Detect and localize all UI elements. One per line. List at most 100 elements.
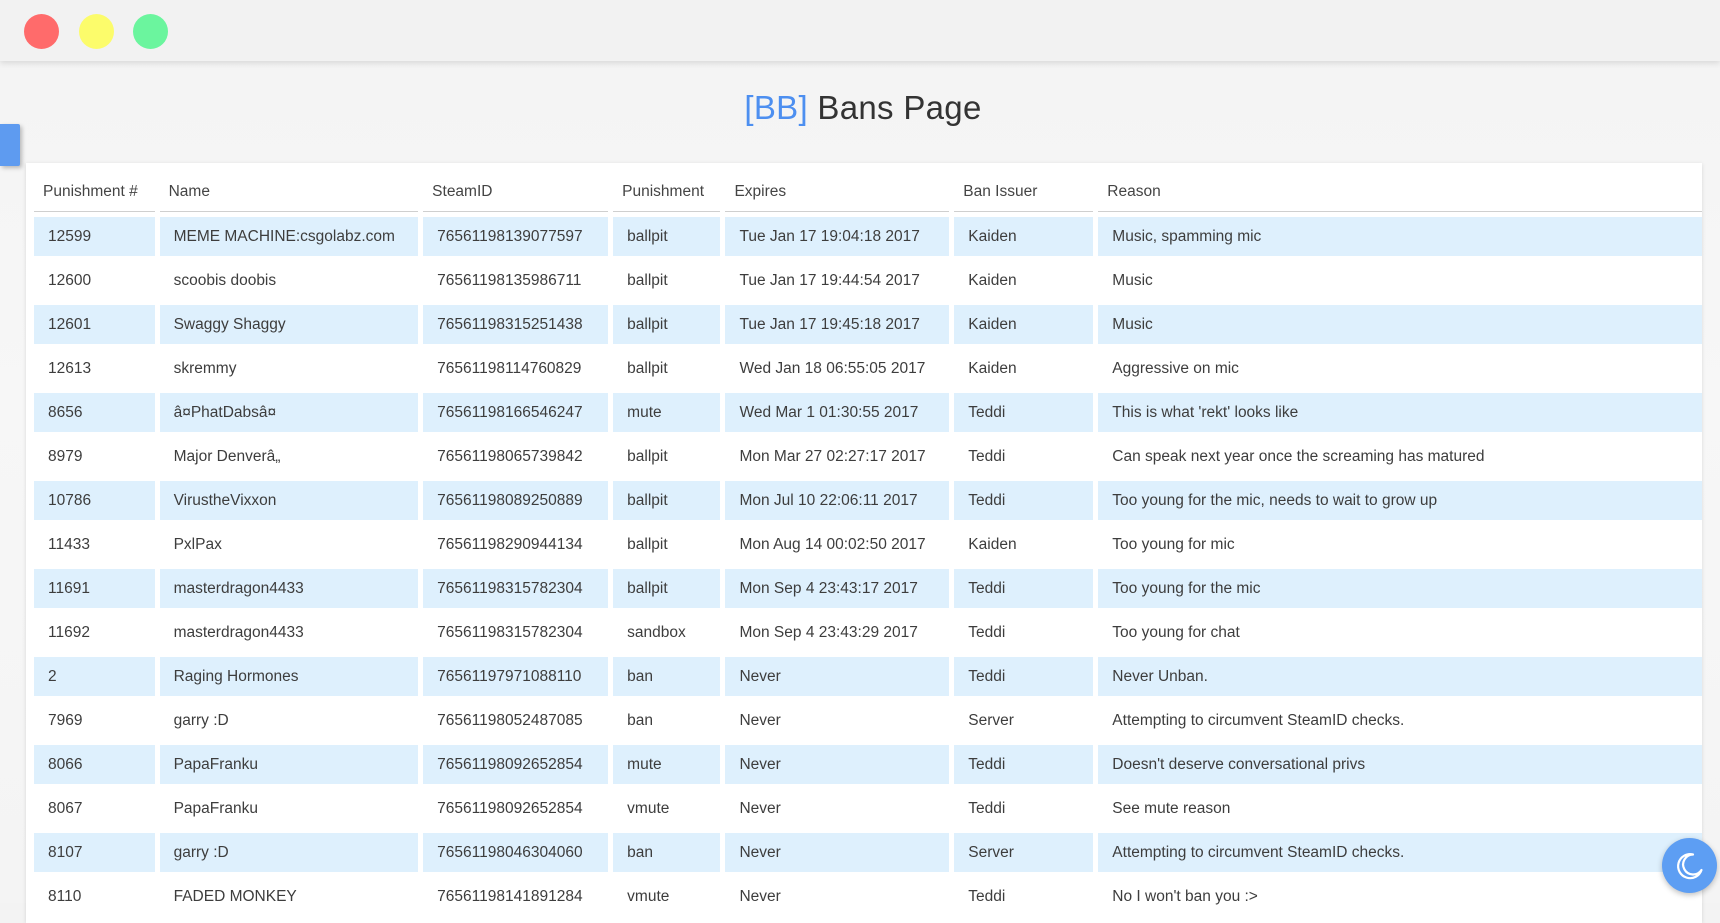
cell-punishment-number: 11692 (34, 613, 155, 652)
column-header-steamid[interactable]: SteamID (423, 173, 609, 212)
table-row[interactable]: 8979 Major Denverâ„ 76561198065739842 ballp… (34, 437, 1702, 476)
page-content: [BB] Bans Page Punishment # Name SteamID… (0, 61, 1720, 923)
cell-steamid: 76561198290944134 (423, 525, 609, 564)
cell-punishment-number: 12600 (34, 261, 155, 300)
cell-name: masterdragon4433 (159, 613, 419, 652)
cell-steamid: 76561198114760829 (423, 349, 609, 388)
cell-steamid: 76561197971088110 (423, 657, 609, 696)
cell-expires: Never (725, 657, 950, 696)
table-row[interactable]: 12601 Swaggy Shaggy 76561198315251438 ballp… (34, 305, 1702, 344)
cell-punishment-number: 8979 (34, 437, 155, 476)
cell-name: garry :D (159, 833, 419, 872)
table-row[interactable]: 12600 scoobis doobis 76561198135986711 ball… (34, 261, 1702, 300)
cell-punishment-number: 11433 (34, 525, 155, 564)
cell-steamid: 76561198315782304 (423, 569, 609, 608)
cell-name: Swaggy Shaggy (159, 305, 419, 344)
table-row[interactable]: 11691 masterdragon4433 76561198315782304 ba… (34, 569, 1702, 608)
column-header-punishment[interactable]: Punishment (613, 173, 721, 212)
table-row[interactable]: 10786 VirustheVixxon 76561198089250889 ball… (34, 481, 1702, 520)
table-row[interactable]: 8656 â¤PhatDabsâ¤ 76561198166546247 mute Wed… (34, 393, 1702, 432)
column-header-name[interactable]: Name (159, 173, 419, 212)
cell-steamid: 76561198052487085 (423, 701, 609, 740)
cell-punishment: ballpit (613, 349, 721, 388)
cell-punishment-number: 8110 (34, 877, 155, 916)
cell-steamid: 76561198166546247 (423, 393, 609, 432)
cell-reason: Music (1098, 305, 1702, 344)
window-titlebar (0, 0, 1720, 61)
cell-reason: Can speak next year once the screaming h… (1098, 437, 1702, 476)
table-row[interactable]: 12599 MEME MACHINE:csgolabz.com 7656119813… (34, 217, 1702, 256)
cell-punishment-number: 8067 (34, 789, 155, 828)
cell-name: masterdragon4433 (159, 569, 419, 608)
cell-ban-issuer: Teddi (954, 657, 1094, 696)
column-header-ban-issuer[interactable]: Ban Issuer (954, 173, 1094, 212)
cell-reason: See mute reason (1098, 789, 1702, 828)
column-header-expires[interactable]: Expires (725, 173, 950, 212)
cell-expires: Tue Jan 17 19:44:54 2017 (725, 261, 950, 300)
cell-expires: Never (725, 789, 950, 828)
cell-punishment-number: 12613 (34, 349, 155, 388)
cell-ban-issuer: Teddi (954, 437, 1094, 476)
cell-punishment: ballpit (613, 261, 721, 300)
cell-reason: Attempting to circumvent SteamID checks. (1098, 701, 1702, 740)
cell-punishment-number: 8066 (34, 745, 155, 784)
cell-ban-issuer: Teddi (954, 789, 1094, 828)
cell-reason: This is what 'rekt' looks like (1098, 393, 1702, 432)
cell-name: FADED MONKEY (159, 877, 419, 916)
minimize-window-button[interactable] (79, 14, 114, 49)
cell-punishment: ban (613, 833, 721, 872)
cell-ban-issuer: Teddi (954, 745, 1094, 784)
table-row[interactable]: 8066 PapaFranku 76561198092652854 mute Never… (34, 745, 1702, 784)
table-row[interactable]: 8110 FADED MONKEY 76561198141891284 vmute Ne… (34, 877, 1702, 916)
table-row[interactable]: 11692 masterdragon4433 76561198315782304 sa… (34, 613, 1702, 652)
cell-name: â¤PhatDabsâ¤ (159, 393, 419, 432)
table-row[interactable]: 8067 PapaFranku 76561198092652854 vmute Neve… (34, 789, 1702, 828)
cell-expires: Never (725, 701, 950, 740)
cell-punishment: ballpit (613, 569, 721, 608)
cell-ban-issuer: Teddi (954, 569, 1094, 608)
cell-punishment-number: 12601 (34, 305, 155, 344)
cell-steamid: 76561198046304060 (423, 833, 609, 872)
cell-punishment-number: 8656 (34, 393, 155, 432)
cell-reason: Music, spamming mic (1098, 217, 1702, 256)
cell-steamid: 76561198135986711 (423, 261, 609, 300)
moon-icon (1676, 852, 1703, 879)
cell-expires: Tue Jan 17 19:45:18 2017 (725, 305, 950, 344)
cell-expires: Wed Jan 18 06:55:05 2017 (725, 349, 950, 388)
cell-punishment: ballpit (613, 437, 721, 476)
cell-name: scoobis doobis (159, 261, 419, 300)
cell-reason: Too young for mic (1098, 525, 1702, 564)
table-row[interactable]: 12613 skremmy 76561198114760829 ballpit Wed … (34, 349, 1702, 388)
cell-expires: Tue Jan 17 19:04:18 2017 (725, 217, 950, 256)
cell-punishment-number: 7969 (34, 701, 155, 740)
cell-punishment-number: 8107 (34, 833, 155, 872)
cell-punishment-number: 11691 (34, 569, 155, 608)
cell-punishment: mute (613, 393, 721, 432)
column-header-reason[interactable]: Reason (1098, 173, 1702, 212)
cell-ban-issuer: Teddi (954, 481, 1094, 520)
close-window-button[interactable] (24, 14, 59, 49)
table-row[interactable]: 7969 garry :D 76561198052487085 ban Never Ser… (34, 701, 1702, 740)
cell-ban-issuer: Kaiden (954, 305, 1094, 344)
dark-mode-toggle-button[interactable] (1662, 838, 1717, 893)
column-header-punishment-number[interactable]: Punishment # (34, 173, 155, 212)
page-title-text: Bans Page (807, 89, 982, 126)
cell-reason: Too young for chat (1098, 613, 1702, 652)
cell-punishment: ballpit (613, 481, 721, 520)
cell-ban-issuer: Kaiden (954, 261, 1094, 300)
cell-name: VirustheVixxon (159, 481, 419, 520)
table-header-row: Punishment # Name SteamID Punishment Exp… (34, 173, 1702, 212)
cell-name: PxlPax (159, 525, 419, 564)
table-row[interactable]: 11433 PxlPax 76561198290944134 ballpit Mon A… (34, 525, 1702, 564)
table-row[interactable]: 2 Raging Hormones 76561197971088110 ban Neve… (34, 657, 1702, 696)
cell-steamid: 76561198315251438 (423, 305, 609, 344)
maximize-window-button[interactable] (133, 14, 168, 49)
cell-reason: Attempting to circumvent SteamID checks. (1098, 833, 1702, 872)
cell-steamid: 76561198139077597 (423, 217, 609, 256)
table-row[interactable]: 8107 garry :D 76561198046304060 ban Never Ser… (34, 833, 1702, 872)
cell-steamid: 76561198092652854 (423, 789, 609, 828)
cell-punishment: ballpit (613, 217, 721, 256)
sidebar-toggle-tab[interactable] (0, 124, 20, 166)
cell-punishment-number: 12599 (34, 217, 155, 256)
cell-expires: Never (725, 833, 950, 872)
